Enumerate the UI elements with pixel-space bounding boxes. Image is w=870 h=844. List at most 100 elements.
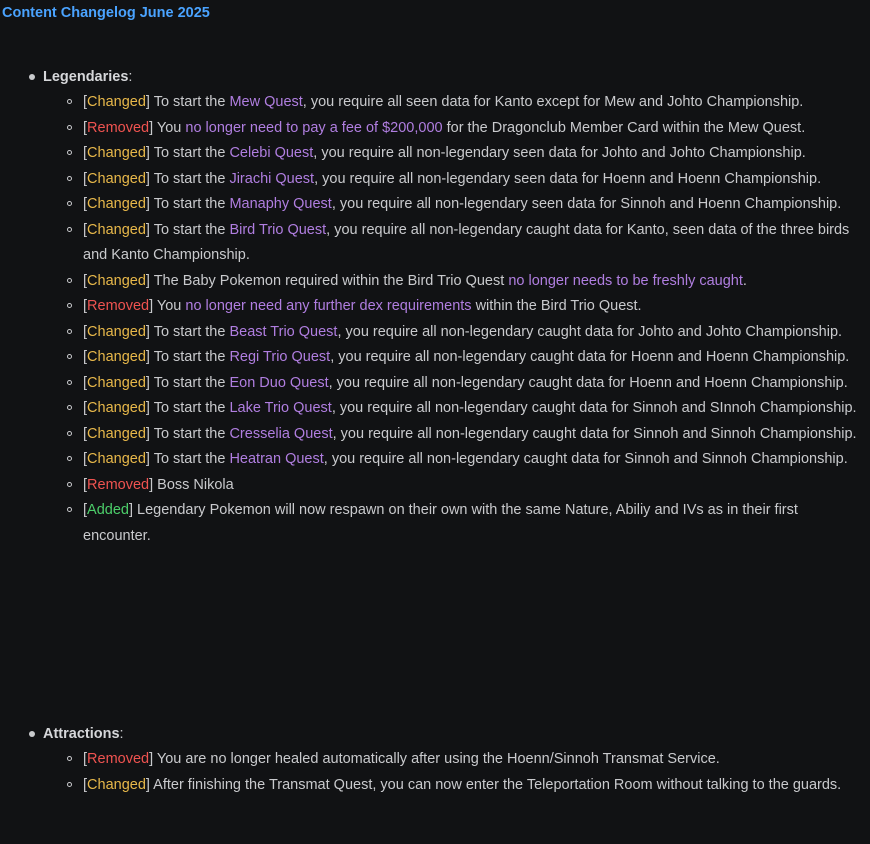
- change-tag: Changed: [87, 776, 146, 793]
- change-tag: Changed: [87, 451, 146, 467]
- change-tag: Added: [87, 502, 129, 518]
- highlight-text: Bird Trio Quest: [229, 221, 327, 238]
- change-tag: Removed: [87, 119, 150, 136]
- change-tag: Removed: [87, 476, 150, 493]
- item-text: The Baby Pokemon required within the Bir…: [149, 272, 509, 289]
- item-text: To start the: [149, 400, 230, 416]
- circle-bullet-icon: [67, 430, 72, 436]
- item-text: To start the: [149, 196, 230, 212]
- circle-bullet-icon: [67, 354, 72, 359]
- circle-bullet-icon: [67, 175, 72, 181]
- item-text: You are no longer healed automatically a…: [153, 751, 720, 767]
- section-heading: Legendaries:: [0, 64, 870, 90]
- item-text: To start the: [149, 323, 230, 340]
- highlight-text: Lake Trio Quest: [229, 400, 332, 416]
- item-text: To start the: [149, 94, 230, 110]
- section-legendaries: Legendaries: [Changed] To start the Mew …: [0, 64, 870, 549]
- highlight-text: Heatran Quest: [229, 451, 324, 467]
- highlight-text: Regi Trio Quest: [229, 349, 331, 365]
- item-text: Boss Nikola: [153, 476, 234, 493]
- highlight-text: no longer need to pay a fee of $200,000: [185, 119, 443, 136]
- item-text: , you require all non-legendary seen dat…: [313, 145, 806, 161]
- circle-bullet-icon: [67, 379, 72, 385]
- change-tag: Changed: [87, 425, 146, 442]
- list-item: [Changed] To start the Lake Trio Quest, …: [0, 396, 870, 422]
- circle-bullet-icon: [67, 328, 72, 334]
- bullet-icon: [29, 731, 35, 737]
- item-text: You: [153, 119, 186, 136]
- highlight-text: Celebi Quest: [229, 145, 314, 161]
- highlight-text: Cresselia Quest: [229, 425, 333, 442]
- list-item: [Changed] To start the Regi Trio Quest, …: [0, 345, 870, 371]
- change-tag: Changed: [87, 170, 146, 187]
- changelog-list: [Removed] You are no longer healed autom…: [0, 747, 870, 798]
- item-text: Legendary Pokemon will now respawn on th…: [83, 502, 798, 544]
- item-text: To start the: [149, 170, 230, 187]
- item-text: , you require all non-legendary caught d…: [330, 349, 850, 365]
- list-item: [Changed] To start the Beast Trio Quest,…: [0, 320, 870, 346]
- item-text: , you require all non-legendary caught d…: [328, 374, 848, 391]
- changelog-list: [Changed] To start the Mew Quest, you re…: [0, 90, 870, 549]
- change-tag: Changed: [87, 400, 146, 416]
- item-text: To start the: [149, 145, 230, 161]
- change-tag: Changed: [87, 272, 146, 289]
- item-text: .: [742, 272, 747, 289]
- change-tag: Removed: [87, 751, 150, 767]
- list-item: [Changed] To start the Jirachi Quest, yo…: [0, 167, 870, 193]
- circle-bullet-icon: [67, 405, 72, 410]
- item-text: within the Bird Trio Quest.: [471, 298, 642, 314]
- list-item: [Changed] The Baby Pokemon required with…: [0, 269, 870, 295]
- list-item: [Changed] To start the Mew Quest, you re…: [0, 90, 870, 116]
- circle-bullet-icon: [67, 99, 72, 104]
- item-text: for the Dragonclub Member Card within th…: [442, 119, 806, 136]
- list-item: [Changed] To start the Cresselia Quest, …: [0, 422, 870, 448]
- circle-bullet-icon: [67, 507, 72, 512]
- highlight-text: no longer needs to be freshly caught: [508, 272, 743, 289]
- section-name: Legendaries: [43, 69, 129, 85]
- circle-bullet-icon: [67, 756, 72, 761]
- page-title: Content Changelog June 2025: [2, 5, 210, 21]
- highlight-text: Beast Trio Quest: [229, 323, 338, 340]
- list-item: [Changed] To start the Manaphy Quest, yo…: [0, 192, 870, 218]
- item-text: To start the: [149, 349, 230, 365]
- list-item: [Changed] To start the Celebi Quest, you…: [0, 141, 870, 167]
- change-tag: Changed: [87, 196, 146, 212]
- item-text: You: [153, 298, 186, 314]
- change-tag: Changed: [87, 349, 146, 365]
- change-tag: Changed: [87, 145, 146, 161]
- list-item: [Changed] To start the Bird Trio Quest, …: [0, 218, 870, 269]
- list-item: [Changed] To start the Heatran Quest, yo…: [0, 447, 870, 473]
- change-tag: Removed: [87, 298, 150, 314]
- change-tag: Changed: [87, 323, 146, 340]
- circle-bullet-icon: [67, 456, 72, 461]
- section-name: Attractions: [43, 726, 120, 742]
- list-item: [Removed] Boss Nikola: [0, 473, 870, 499]
- section-attractions: Attractions: [Removed] You are no longer…: [0, 721, 870, 798]
- circle-bullet-icon: [67, 303, 72, 308]
- highlight-text: Eon Duo Quest: [229, 374, 329, 391]
- item-text: , you require all non-legendary caught d…: [331, 400, 857, 416]
- item-text: To start the: [149, 425, 230, 442]
- change-tag: Changed: [87, 374, 146, 391]
- section-heading: Attractions:: [0, 721, 870, 747]
- list-item: [Changed] After finishing the Transmat Q…: [0, 773, 870, 799]
- highlight-text: Mew Quest: [229, 94, 303, 110]
- item-text: , you require all non-legendary caught d…: [337, 323, 843, 340]
- bullet-icon: [29, 74, 35, 80]
- item-text: , you require all non-legendary caught d…: [332, 425, 857, 442]
- circle-bullet-icon: [67, 201, 72, 206]
- list-item: [Removed] You no longer need to pay a fe…: [0, 116, 870, 142]
- highlight-text: no longer need any further dex requireme…: [185, 298, 472, 314]
- circle-bullet-icon: [67, 124, 72, 130]
- list-item: [Changed] To start the Eon Duo Quest, yo…: [0, 371, 870, 397]
- circle-bullet-icon: [67, 150, 72, 155]
- list-item: [Added] Legendary Pokemon will now respa…: [0, 498, 870, 549]
- change-tag: Changed: [87, 221, 146, 238]
- list-item: [Removed] You no longer need any further…: [0, 294, 870, 320]
- item-text: To start the: [149, 451, 230, 467]
- list-item: [Removed] You are no longer healed autom…: [0, 747, 870, 773]
- highlight-text: Manaphy Quest: [229, 196, 332, 212]
- circle-bullet-icon: [67, 226, 72, 232]
- item-text: To start the: [149, 374, 230, 391]
- item-text: , you require all non-legendary seen dat…: [331, 196, 842, 212]
